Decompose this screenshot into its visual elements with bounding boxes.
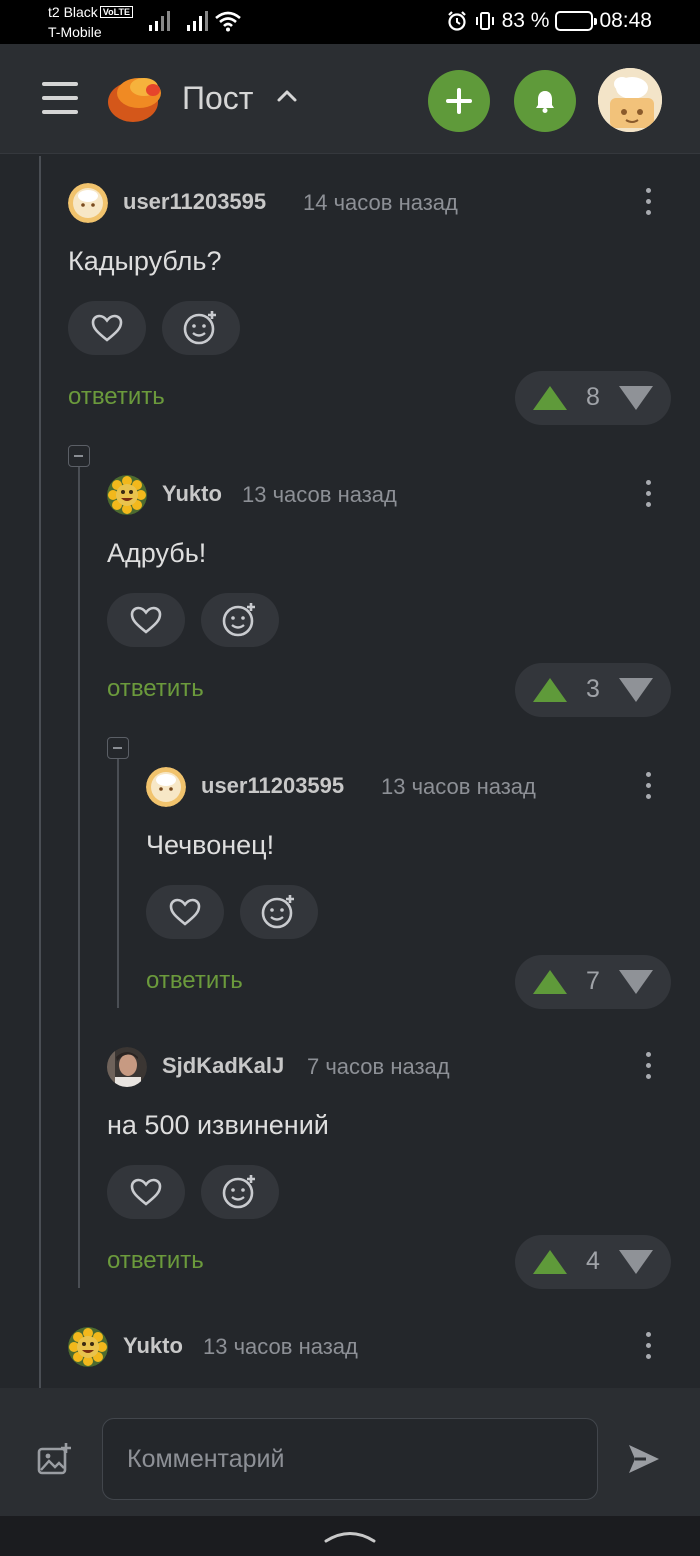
volte-badge: VoLTE [99,6,133,18]
add-reaction-button[interactable] [201,593,279,647]
signal-1-icon [149,11,170,31]
vibrate-icon [475,12,494,30]
comment-text: на 500 извинений [107,1110,329,1140]
more-options-icon[interactable] [643,1052,653,1084]
attach-image-icon[interactable] [36,1442,72,1476]
system-nav-bar [0,1516,700,1556]
comment-time: 7 часов назад [307,1054,450,1079]
nav-up-handle-icon[interactable] [324,1528,376,1544]
bell-icon [536,91,554,113]
avatar[interactable] [107,1047,147,1087]
add-reaction-button[interactable] [162,301,240,355]
heart-icon [130,1178,162,1206]
profile-avatar[interactable] [598,68,662,132]
comment-input[interactable] [102,1418,598,1500]
carrier-primary: t2 Black VoLTE [48,4,133,20]
comment-text: Адрубь! [107,538,207,568]
more-options-icon[interactable] [643,772,653,804]
rating-control: 8 [515,371,671,425]
comment-author[interactable]: Yukto [162,481,222,507]
comment-time: 13 часов назад [242,482,397,507]
reply-button[interactable]: ответить [107,1247,204,1275]
downvote-button[interactable] [619,970,653,994]
battery-percent: 83 % [501,9,550,32]
heart-icon [91,314,123,342]
comment-time: 13 часов назад [381,774,536,799]
more-options-icon[interactable] [643,188,653,220]
comment-text: Кадырубль? [68,246,222,276]
comment-text: Чечвонец! [146,830,275,860]
thread-line-level-1 [78,466,80,1288]
thread-line-root [39,156,41,1388]
heart-icon [169,898,201,926]
rating-control: 4 [515,1235,671,1289]
clock: 08:48 [599,9,652,32]
avatar[interactable] [68,183,108,223]
pikabu-logo[interactable] [106,72,164,124]
like-button[interactable] [107,593,185,647]
add-emoji-icon [183,311,216,345]
comment-composer [0,1388,700,1516]
add-reaction-button[interactable] [201,1165,279,1219]
like-button[interactable] [68,301,146,355]
add-post-button[interactable] [428,70,490,132]
signal-2-icon [187,11,208,31]
avatar[interactable] [107,475,147,515]
notifications-button[interactable] [514,70,576,132]
reply-button[interactable]: ответить [146,967,243,995]
more-options-icon[interactable] [643,480,653,512]
avatar[interactable] [146,767,186,807]
collapse-thread-button[interactable] [68,445,90,467]
page-title[interactable]: Пост [182,80,253,117]
carrier-secondary: T-Mobile [48,24,102,40]
comment-author[interactable]: SjdKadKalJ [162,1053,284,1079]
send-icon[interactable] [626,1442,662,1476]
add-emoji-icon [261,895,294,929]
menu-icon[interactable] [42,82,78,114]
add-emoji-icon [222,1175,255,1209]
downvote-button[interactable] [619,678,653,702]
comment-author[interactable]: Yukto [123,1333,183,1359]
rating-control: 3 [515,663,671,717]
comment-author[interactable]: user11203595 [201,773,344,799]
wifi-icon [215,11,241,32]
comment-time: 14 часов назад [303,190,458,215]
more-options-icon[interactable] [643,1332,653,1364]
app-header: Пост [0,44,700,154]
like-button[interactable] [107,1165,185,1219]
status-right: 83 % 08:48 [446,9,652,33]
downvote-button[interactable] [619,1250,653,1274]
heart-icon [130,606,162,634]
collapse-thread-button[interactable] [107,737,129,759]
rating-control: 7 [515,955,671,1009]
battery-icon [555,11,598,31]
add-reaction-button[interactable] [240,885,318,939]
comment-time: 13 часов назад [203,1334,358,1359]
reply-button[interactable]: ответить [107,675,204,703]
plus-icon [446,88,472,114]
status-bar: t2 Black VoLTE T-Mobile 83 % 08:48 [0,0,700,44]
chevron-up-icon[interactable] [276,88,298,104]
avatar[interactable] [68,1327,108,1367]
alarm-icon [447,11,466,31]
downvote-button[interactable] [619,386,653,410]
thread-line-level-2 [117,758,119,1008]
like-button[interactable] [146,885,224,939]
carrier-primary-label: t2 Black [48,4,98,20]
reply-button[interactable]: ответить [68,383,165,411]
comment-author[interactable]: user11203595 [123,189,266,215]
add-emoji-icon [222,603,255,637]
